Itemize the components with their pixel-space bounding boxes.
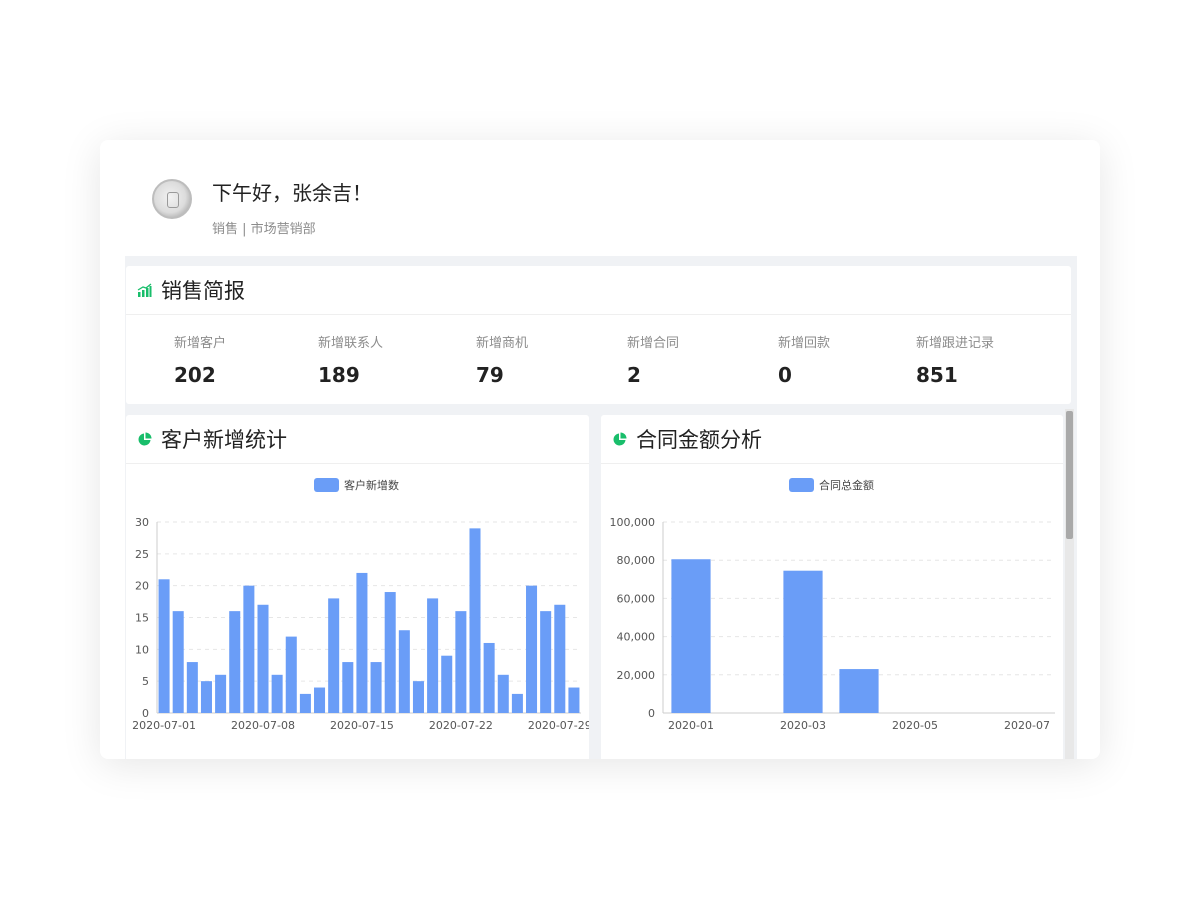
y-tick-label: 20,000 — [617, 669, 656, 682]
y-tick-label: 5 — [142, 675, 149, 688]
bar — [483, 642, 495, 713]
bar — [370, 662, 382, 713]
contract-amount-chart: 0 20,000 40,000 60,000 80,000 100,000 2020-01 2… — [610, 516, 1055, 732]
bar — [299, 693, 311, 713]
stat-new-followups[interactable]: 新增跟进记录 851 — [916, 332, 994, 387]
x-tick-label: 2020-07-15 — [330, 719, 394, 732]
bar — [783, 570, 823, 713]
bar — [342, 662, 354, 713]
stat-label: 新增联系人 — [318, 336, 384, 351]
bar — [427, 598, 439, 713]
stat-new-contracts[interactable]: 新增合同 2 — [627, 332, 679, 387]
scrollbar-thumb[interactable] — [1066, 411, 1073, 539]
bar — [172, 611, 184, 713]
x-tick-label: 2020-07-22 — [429, 719, 493, 732]
bar — [540, 611, 552, 713]
bar — [398, 630, 410, 713]
y-tick-label: 80,000 — [617, 554, 656, 567]
bar — [158, 579, 170, 713]
stat-label: 新增合同 — [627, 336, 680, 351]
bar — [526, 585, 538, 713]
y-tick-label: 0 — [648, 707, 655, 720]
x-tick-label: 2020-05 — [892, 719, 938, 732]
x-tick-label: 2020-07-29 — [528, 719, 589, 732]
y-tick-label: 100,000 — [610, 516, 656, 529]
user-role-dept: 销售 | 市场营销部 — [212, 222, 316, 237]
stat-label: 新增商机 — [476, 336, 529, 351]
sales-report-title: 销售简报 — [161, 279, 245, 303]
bar — [328, 598, 340, 713]
stat-new-payments[interactable]: 新增回款 0 — [778, 332, 830, 387]
bar — [441, 655, 453, 713]
contract-amount-panel: 合同金额分析 合同总金额 0 20,000 40,000 60,000 80,000 10… — [601, 415, 1063, 759]
bar — [839, 669, 879, 713]
x-tick-label: 2020-07-01 — [132, 719, 196, 732]
app-window: 下午好，张余吉！ 销售 | 市场营销部 销售简报 新增客户 202 新增联系人 … — [100, 140, 1100, 759]
y-tick-label: 25 — [135, 548, 149, 561]
sales-report-header: 销售简报 — [126, 266, 1071, 315]
bar — [257, 604, 269, 713]
bar — [314, 687, 326, 713]
x-tick-label: 2020-01 — [668, 719, 714, 732]
bar — [271, 674, 283, 713]
bar — [671, 559, 711, 713]
bar — [497, 674, 509, 713]
x-tick-label: 2020-03 — [780, 719, 826, 732]
stat-new-customers[interactable]: 新增客户 202 — [174, 332, 226, 387]
stat-value: 79 — [476, 363, 504, 387]
bar — [215, 674, 227, 713]
x-tick-label: 2020-07-08 — [231, 719, 295, 732]
bar — [384, 592, 396, 713]
stat-value: 851 — [916, 363, 958, 387]
bar — [554, 604, 566, 713]
dashboard-content: 下午好，张余吉！ 销售 | 市场营销部 销售简报 新增客户 202 新增联系人 … — [125, 144, 1077, 759]
stat-label: 新增客户 — [174, 336, 227, 351]
bar — [285, 636, 297, 713]
stat-label: 新增回款 — [778, 336, 831, 351]
customer-growth-panel: 客户新增统计 客户新增数 0 5 10 15 20 25 30 2020-07-01 2020-… — [126, 415, 589, 759]
bar — [511, 693, 523, 713]
stat-label: 新增跟进记录 — [916, 336, 995, 351]
sales-report-panel: 销售简报 新增客户 202 新增联系人 189 新增商机 79 新增合同 2 新… — [126, 266, 1071, 404]
bar — [469, 528, 481, 713]
customer-growth-chart: 0510152025302020-07-01 2020-07-08 2020-07-… — [132, 516, 589, 732]
y-tick-label: 15 — [135, 612, 149, 625]
y-tick-label: 10 — [135, 643, 149, 656]
stat-new-opportunities[interactable]: 新增商机 79 — [476, 332, 528, 387]
x-tick-label: 2020-07 — [1004, 719, 1050, 732]
stats-row: 新增客户 202 新增联系人 189 新增商机 79 新增合同 2 新增回款 0… — [126, 315, 1071, 403]
stat-value: 202 — [174, 363, 216, 387]
bar — [455, 611, 467, 713]
stat-value: 0 — [778, 363, 792, 387]
welcome-card: 下午好，张余吉！ 销售 | 市场营销部 — [125, 144, 1077, 256]
bar — [200, 681, 212, 713]
bar — [229, 611, 241, 713]
vertical-scrollbar[interactable] — [1065, 409, 1074, 759]
bar — [356, 572, 368, 713]
bar — [243, 585, 255, 713]
y-tick-label: 20 — [135, 580, 149, 593]
stat-new-contacts[interactable]: 新增联系人 189 — [318, 332, 383, 387]
y-tick-label: 60,000 — [617, 592, 656, 605]
bar-chart-icon — [137, 282, 152, 297]
stat-value: 189 — [318, 363, 360, 387]
stat-value: 2 — [627, 363, 641, 387]
greeting-text: 下午好，张余吉！ — [212, 181, 372, 205]
y-tick-label: 30 — [135, 516, 149, 529]
y-tick-label: 40,000 — [617, 631, 656, 644]
avatar[interactable] — [152, 179, 192, 219]
bar — [412, 681, 424, 713]
bar — [568, 687, 580, 713]
bar — [186, 662, 198, 713]
